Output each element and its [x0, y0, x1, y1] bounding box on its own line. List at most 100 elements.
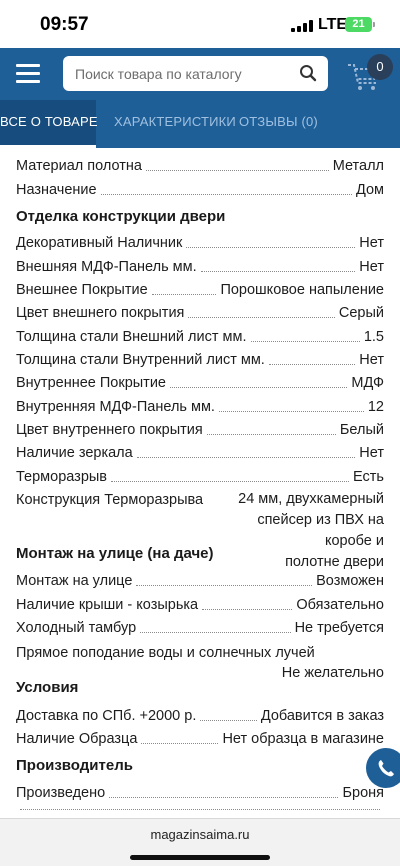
spec-label: Внешняя МДФ-Панель мм.	[16, 259, 197, 275]
spec-value: 1.5	[363, 329, 384, 345]
dot-leader	[136, 585, 313, 586]
spec-value: Металл	[332, 158, 384, 174]
spec-value: Добавится в заказ	[260, 708, 384, 724]
search-icon[interactable]	[299, 64, 317, 82]
spec-value: 12	[367, 399, 384, 415]
status-time: 09:57	[40, 14, 89, 35]
spec-row-water: Прямое поподание воды и солнечных лучей	[16, 644, 384, 662]
dot-leader	[206, 434, 336, 435]
spec-label: Конструкция Терморазрыва	[16, 492, 204, 508]
spec-value: МДФ	[351, 375, 384, 391]
spec-value: Не требуется	[294, 620, 384, 636]
spec-value: Броня	[342, 785, 384, 801]
dot-leader	[145, 170, 329, 171]
spec-row: Цвет внешнего покрытия Серый	[16, 304, 384, 322]
spec-value: Серый	[338, 305, 384, 321]
spec-row: Внутренняя МДФ-Панель мм. 12	[16, 398, 384, 416]
dot-leader	[202, 609, 293, 610]
spec-label: Внутреннее Покрытие	[16, 375, 166, 391]
spec-label: Прямое поподание воды и солнечных лучей	[16, 645, 315, 661]
dot-leader	[136, 457, 356, 458]
spec-row: Терморазрыв Есть	[16, 468, 384, 486]
network-type: LTE	[318, 16, 348, 33]
spec-label: Наличие зеркала	[16, 445, 133, 461]
spec-label: Назначение	[16, 182, 97, 198]
spec-value-line: 24 мм, двухкамерный	[238, 491, 384, 507]
tab-reviews[interactable]: ОТЗЫВЫ (0)	[239, 100, 318, 148]
spec-row: Наличие Образца Нет образца в магазине	[16, 730, 384, 748]
spec-row: Наличие крыши - козырька Обязательно	[16, 596, 384, 614]
spec-row: Внешнее Покрытие Порошковое напыление	[16, 281, 384, 299]
battery-icon: 21	[345, 17, 372, 32]
spec-label: Декоративный Наличник	[16, 235, 183, 251]
dot-leader	[141, 743, 219, 744]
spec-value-line: полотне двери	[285, 554, 384, 570]
spec-label: Наличие крыши - козырька	[16, 597, 199, 613]
spec-value: Нет	[359, 352, 384, 368]
spec-label: Холодный тамбур	[16, 620, 137, 636]
spec-value: Белый	[339, 422, 384, 438]
spec-value: Не желательно	[281, 665, 384, 681]
dot-leader	[111, 481, 350, 482]
spec-value: Обязательно	[296, 597, 384, 613]
product-tabs: ВСЕ О ТОВАРЕ ХАРАКТЕРИСТИКИ ОТЗЫВЫ (0)	[0, 100, 400, 148]
cart-count-badge[interactable]: 0	[367, 54, 393, 80]
spec-value: Нет	[359, 445, 384, 461]
dot-leader	[100, 194, 352, 195]
spec-row: Декоративный Наличник Нет	[16, 234, 384, 252]
battery-tip	[373, 22, 375, 27]
dot-leader	[268, 364, 356, 365]
site-url[interactable]: magazinsaima.ru	[0, 827, 400, 842]
spec-row: Материал полотна Металл	[16, 157, 384, 175]
spec-row: Цвет внутреннего покрытия Белый	[16, 421, 384, 439]
spec-label: Цвет внешнего покрытия	[16, 305, 185, 321]
section-title-outdoor: Монтаж на улице (на даче)	[16, 545, 214, 562]
section-title-conditions: Условия	[16, 679, 79, 696]
search-input[interactable]	[75, 56, 295, 91]
dot-leader	[170, 387, 348, 388]
spec-row: Назначение Дом	[16, 181, 384, 199]
spec-value: Есть	[353, 469, 384, 485]
spec-label: Толщина стали Внутренний лист мм.	[16, 352, 265, 368]
site-header	[0, 48, 400, 100]
section-title-finish: Отделка конструкции двери	[16, 208, 226, 225]
spec-value: Нет образца в магазине	[222, 731, 384, 747]
spec-value: Возможен	[316, 573, 384, 589]
spec-label: Внутренняя МДФ-Панель мм.	[16, 399, 215, 415]
dot-leader	[218, 411, 364, 412]
dot-leader	[140, 632, 291, 633]
call-button[interactable]	[366, 748, 400, 788]
phone-icon	[378, 760, 394, 777]
spec-label: Цвет внутреннего покрытия	[16, 422, 203, 438]
spec-value: Нет	[359, 235, 384, 251]
spec-row: Произведено Броня	[16, 784, 384, 802]
spec-value: Нет	[359, 259, 384, 275]
battery-level: 21	[352, 18, 365, 30]
spec-row: Внешняя МДФ-Панель мм. Нет	[16, 258, 384, 276]
spec-label: Доставка по СПб. +2000 р.	[16, 708, 197, 724]
dot-leader	[151, 294, 217, 295]
spec-row: Холодный тамбур Не требуется	[16, 619, 384, 637]
spec-row: Доставка по СПб. +2000 р. Добавится в за…	[16, 707, 384, 725]
status-bar: 09:57 LTE 21	[0, 0, 400, 48]
spec-row: Наличие зеркала Нет	[16, 444, 384, 462]
dot-leader	[20, 809, 380, 810]
hamburger-menu-icon[interactable]	[16, 64, 40, 84]
spec-label: Терморазрыв	[16, 469, 108, 485]
dot-leader	[188, 317, 335, 318]
spec-row: Монтаж на улице Возможен	[16, 572, 384, 590]
spec-label: Внешнее Покрытие	[16, 282, 148, 298]
dot-leader	[186, 247, 356, 248]
search-box[interactable]	[63, 56, 328, 91]
dot-leader	[200, 271, 356, 272]
spec-value-multiline: 24 мм, двухкамерный спейсер из ПВХ на ко…	[210, 489, 384, 573]
spec-label: Материал полотна	[16, 158, 142, 174]
home-indicator[interactable]	[130, 855, 270, 860]
spec-value: Дом	[355, 182, 384, 198]
spec-row: Внутреннее Покрытие МДФ	[16, 374, 384, 392]
tab-specifications[interactable]: ХАРАКТЕРИСТИКИ	[114, 100, 236, 148]
dot-leader	[109, 797, 339, 798]
spec-value-line: спейсер из ПВХ на коробе и	[257, 512, 384, 549]
tab-about[interactable]: ВСЕ О ТОВАРЕ	[0, 100, 98, 148]
spec-row: Толщина стали Внешний лист мм. 1.5	[16, 328, 384, 346]
